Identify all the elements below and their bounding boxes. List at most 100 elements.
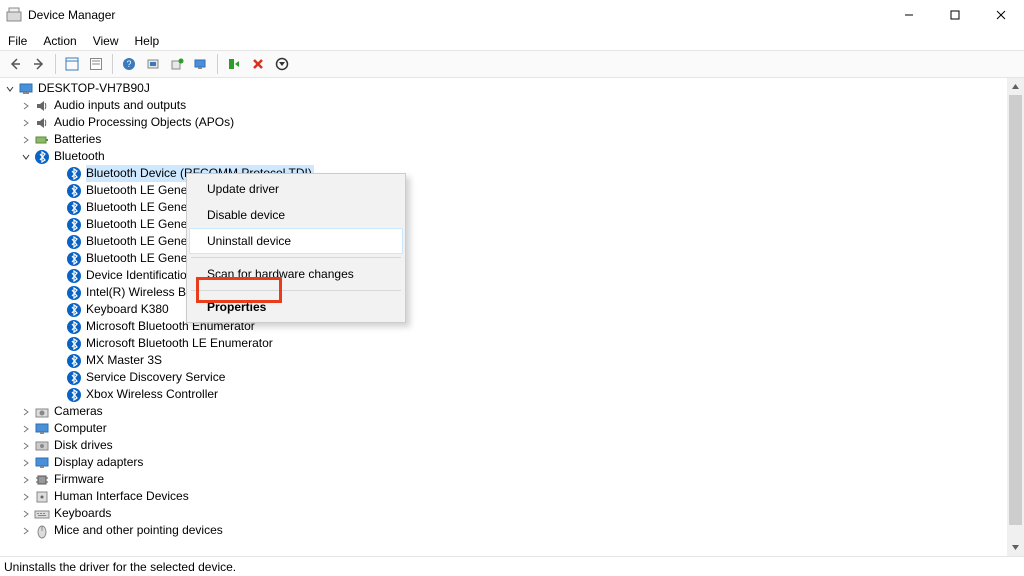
toolbar: ?	[0, 50, 1024, 78]
disk-icon	[34, 438, 50, 454]
add-legacy-button[interactable]	[166, 53, 188, 75]
bluetooth-icon	[66, 183, 82, 199]
ctx-scan-hardware[interactable]: Scan for hardware changes	[189, 261, 403, 287]
chevron-right-icon[interactable]	[20, 100, 32, 112]
tree-device-bt-le-5[interactable]: Bluetooth LE Generi	[4, 250, 1024, 267]
chevron-right-icon[interactable]	[20, 491, 32, 503]
chevron-right-icon[interactable]	[20, 474, 32, 486]
update-driver-button[interactable]	[190, 53, 212, 75]
chip-icon	[34, 472, 50, 488]
disable-device-button[interactable]	[271, 53, 293, 75]
bluetooth-icon	[66, 370, 82, 386]
chevron-down-icon[interactable]	[4, 83, 16, 95]
bluetooth-icon	[66, 234, 82, 250]
tree-device-bt-le-1[interactable]: Bluetooth LE Generi	[4, 182, 1024, 199]
tree-device-bt-intel[interactable]: Intel(R) Wireless Blu	[4, 284, 1024, 301]
uninstall-device-button[interactable]	[247, 53, 269, 75]
ctx-separator	[191, 290, 401, 291]
ctx-properties[interactable]: Properties	[189, 294, 403, 320]
chevron-right-icon[interactable]	[20, 423, 32, 435]
scroll-up-icon[interactable]	[1007, 78, 1024, 95]
tree-device-label: Keyboard K380	[86, 301, 169, 318]
tree-category-label: Disk drives	[54, 437, 113, 454]
tree-category-firmware[interactable]: Firmware	[4, 471, 1024, 488]
tree-device-bt-le-2[interactable]: Bluetooth LE Generi	[4, 199, 1024, 216]
scroll-down-icon[interactable]	[1007, 539, 1024, 556]
tree-device-bt-sds[interactable]: Service Discovery Service	[4, 369, 1024, 386]
tree-device-bt-mx[interactable]: MX Master 3S	[4, 352, 1024, 369]
tree-category-apo[interactable]: Audio Processing Objects (APOs)	[4, 114, 1024, 131]
tree-device-bt-rfcomm[interactable]: Bluetooth Device (RFCOMM Protocol TDI)	[4, 165, 1024, 182]
close-button[interactable]	[978, 0, 1024, 30]
bluetooth-icon	[34, 149, 50, 165]
titlebar: Device Manager	[0, 0, 1024, 30]
tree-category-hid[interactable]: Human Interface Devices	[4, 488, 1024, 505]
chevron-right-icon[interactable]	[20, 525, 32, 537]
tree-device-bt-enum[interactable]: Microsoft Bluetooth Enumerator	[4, 318, 1024, 335]
vertical-scrollbar[interactable]	[1007, 78, 1024, 556]
tree-device-label: MX Master 3S	[86, 352, 162, 369]
tree-category-display[interactable]: Display adapters	[4, 454, 1024, 471]
bluetooth-icon	[66, 336, 82, 352]
tree-device-label: Microsoft Bluetooth LE Enumerator	[86, 335, 273, 352]
tree-device-label: Xbox Wireless Controller	[86, 386, 218, 403]
ctx-disable-device[interactable]: Disable device	[189, 202, 403, 228]
tree-device-label: Bluetooth LE Generi	[86, 199, 194, 216]
tree-category-cameras[interactable]: Cameras	[4, 403, 1024, 420]
tree-category-bluetooth[interactable]: Bluetooth	[4, 148, 1024, 165]
maximize-button[interactable]	[932, 0, 978, 30]
forward-button[interactable]	[28, 53, 50, 75]
device-tree[interactable]: DESKTOP-VH7B90J Audio inputs and outputs…	[0, 78, 1024, 539]
chevron-right-icon[interactable]	[20, 134, 32, 146]
toolbar-separator	[217, 54, 218, 74]
statusbar: Uninstalls the driver for the selected d…	[0, 556, 1024, 576]
computer-root-icon	[18, 81, 34, 97]
tree-device-label: Intel(R) Wireless Blu	[86, 284, 195, 301]
tree-category-computer[interactable]: Computer	[4, 420, 1024, 437]
chevron-right-icon[interactable]	[20, 440, 32, 452]
camera-icon	[34, 404, 50, 420]
window-title: Device Manager	[28, 8, 115, 22]
menu-action[interactable]: Action	[35, 32, 84, 50]
ctx-uninstall-device[interactable]: Uninstall device	[189, 228, 403, 254]
battery-icon	[34, 132, 50, 148]
tree-device-bt-k380[interactable]: Keyboard K380	[4, 301, 1024, 318]
chevron-down-icon[interactable]	[20, 151, 32, 163]
window-controls	[886, 0, 1024, 30]
device-manager-icon	[6, 7, 22, 23]
menu-file[interactable]: File	[4, 32, 35, 50]
menu-view[interactable]: View	[85, 32, 127, 50]
menu-help[interactable]: Help	[127, 32, 168, 50]
tree-device-label: Device Identification	[86, 267, 193, 284]
tree-category-label: Batteries	[54, 131, 101, 148]
mouse-icon	[34, 523, 50, 539]
tree-device-bt-devid[interactable]: Device Identification	[4, 267, 1024, 284]
tree-root[interactable]: DESKTOP-VH7B90J	[4, 80, 1024, 97]
tree-category-mice[interactable]: Mice and other pointing devices	[4, 522, 1024, 539]
chevron-right-icon[interactable]	[20, 508, 32, 520]
tree-device-bt-le-4[interactable]: Bluetooth LE Generi	[4, 233, 1024, 250]
help-button[interactable]: ?	[118, 53, 140, 75]
tree-device-bt-le-3[interactable]: Bluetooth LE Generi	[4, 216, 1024, 233]
chevron-right-icon[interactable]	[20, 406, 32, 418]
tree-category-batteries[interactable]: Batteries	[4, 131, 1024, 148]
tree-category-audio-io[interactable]: Audio inputs and outputs	[4, 97, 1024, 114]
tree-device-bt-xbox[interactable]: Xbox Wireless Controller	[4, 386, 1024, 403]
chevron-right-icon[interactable]	[20, 457, 32, 469]
ctx-update-driver[interactable]: Update driver	[189, 176, 403, 202]
scan-hardware-button[interactable]	[142, 53, 164, 75]
scrollbar-thumb[interactable]	[1009, 95, 1022, 525]
tree-category-disk[interactable]: Disk drives	[4, 437, 1024, 454]
chevron-right-icon[interactable]	[20, 117, 32, 129]
minimize-button[interactable]	[886, 0, 932, 30]
enable-device-button[interactable]	[223, 53, 245, 75]
tree-device-bt-le-enum[interactable]: Microsoft Bluetooth LE Enumerator	[4, 335, 1024, 352]
tree-category-keyboards[interactable]: Keyboards	[4, 505, 1024, 522]
tree-device-label: Bluetooth LE Generi	[86, 216, 194, 233]
back-button[interactable]	[4, 53, 26, 75]
properties-toolbar-button[interactable]	[85, 53, 107, 75]
show-hide-tree-button[interactable]	[61, 53, 83, 75]
bluetooth-icon	[66, 285, 82, 301]
svg-text:?: ?	[126, 59, 131, 69]
keyboard-icon	[34, 506, 50, 522]
